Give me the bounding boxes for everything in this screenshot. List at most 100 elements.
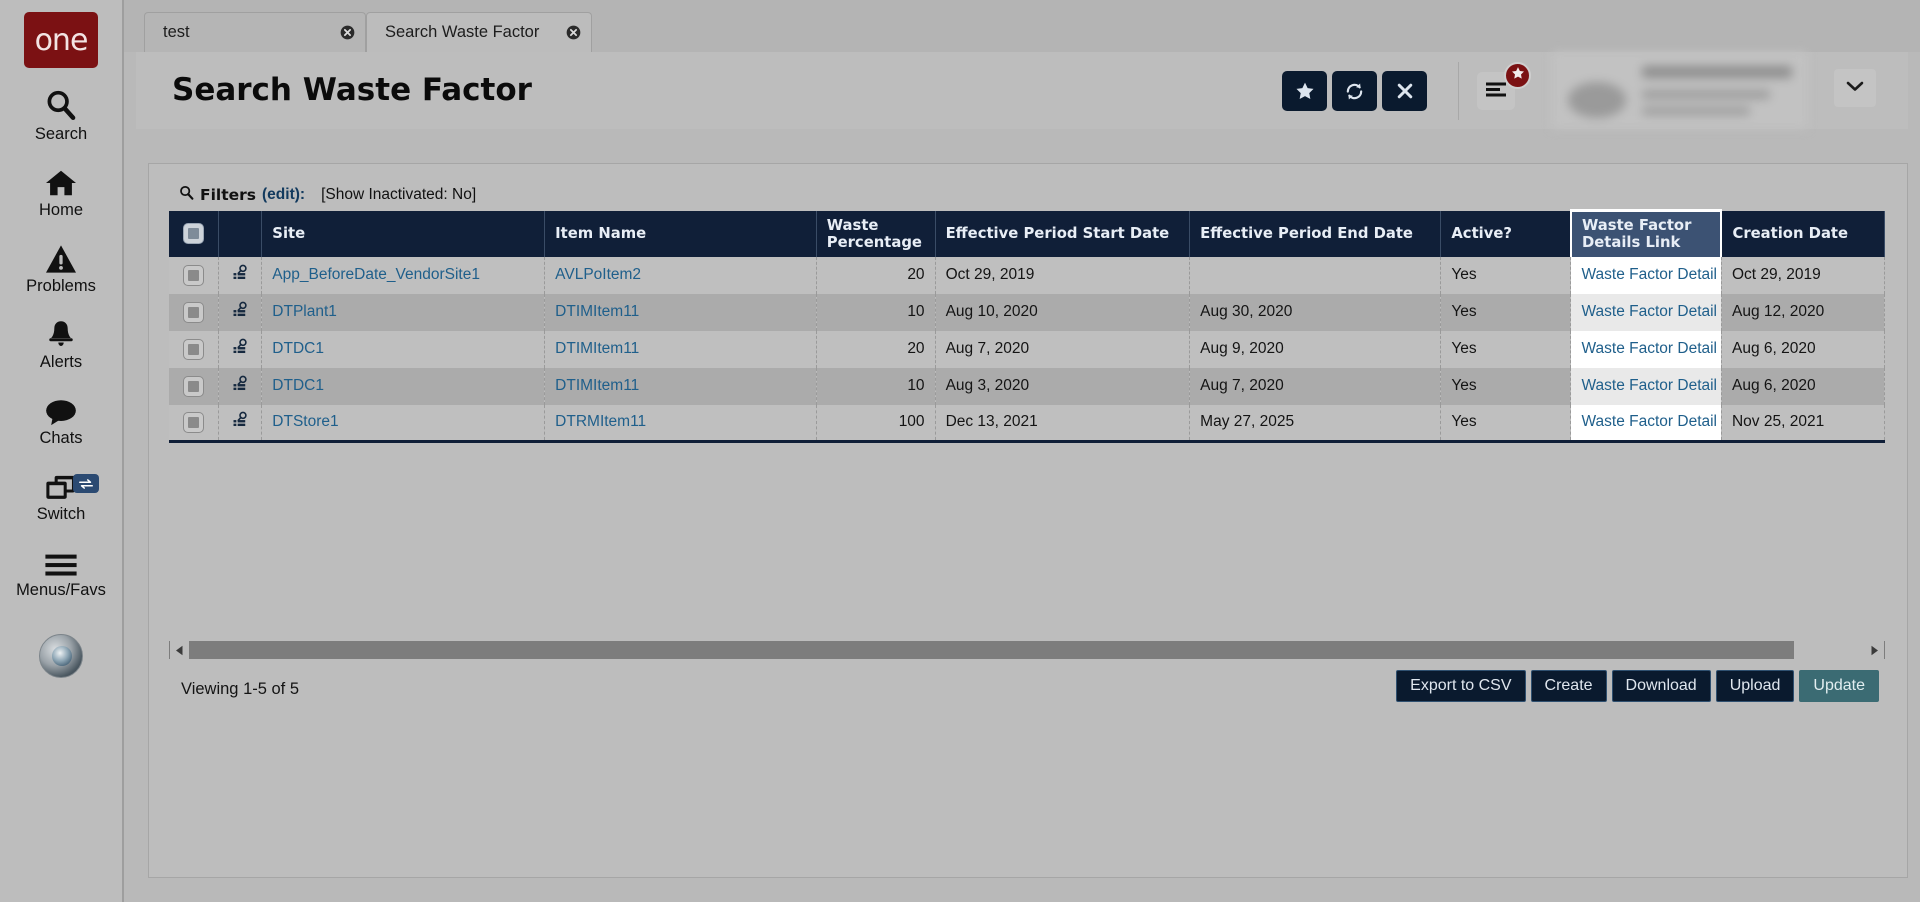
cell-link[interactable]: Waste Factor Detail [1581, 266, 1717, 283]
sidebar-item-chats[interactable]: Chats [0, 392, 123, 448]
favorites-badge[interactable] [1504, 62, 1531, 89]
column-header-active[interactable]: Active? [1440, 210, 1572, 257]
row-checkbox[interactable] [183, 375, 205, 397]
cell-details-link[interactable]: Waste Factor Detail [1570, 330, 1722, 368]
row-action-cell[interactable] [218, 404, 263, 443]
cell-site[interactable]: DTStore1 [261, 404, 546, 443]
sidebar-item-home[interactable]: Home [0, 164, 123, 220]
triangle-left-icon[interactable] [169, 641, 189, 659]
cell-details-link[interactable]: Waste Factor Detail [1570, 293, 1722, 331]
inspect-record-icon[interactable] [232, 338, 249, 359]
swap-arrows-icon[interactable] [73, 474, 99, 493]
cell-item-name[interactable]: DTIMItem11 [544, 367, 817, 405]
sidebar-item-problems[interactable]: Problems [0, 240, 123, 296]
sidebar-item-search[interactable]: Search [0, 88, 123, 144]
table-row[interactable]: DTDC1 DTIMItem11 10 Aug 3, 2020 Aug 7, 2020 Y… [169, 367, 1886, 405]
cell-item-name[interactable]: AVLPoItem2 [544, 256, 817, 294]
row-checkbox[interactable] [183, 301, 205, 323]
cell-link[interactable]: DTPlant1 [272, 303, 337, 320]
favorite-button[interactable] [1282, 71, 1327, 111]
column-header-details-link[interactable]: Waste Factor Details Link [1569, 209, 1723, 257]
table-row[interactable]: DTDC1 DTIMItem11 20 Aug 7, 2020 Aug 9, 2020 Y… [169, 330, 1886, 368]
column-header-creation-date[interactable]: Creation Date [1721, 210, 1886, 257]
cell-link[interactable]: DTDC1 [272, 340, 324, 357]
cell-link[interactable]: AVLPoItem2 [555, 266, 641, 283]
cell-waste-percentage: 100 [816, 404, 936, 443]
update-button[interactable]: Update [1799, 670, 1879, 702]
export-to-csv-button[interactable]: Export to CSV [1396, 670, 1526, 702]
rail-user-avatar[interactable] [39, 634, 83, 678]
cell-site[interactable]: DTDC1 [261, 330, 546, 368]
tab-test[interactable]: test [144, 12, 366, 52]
cell-link[interactable]: Waste Factor Detail [1581, 303, 1717, 320]
row-checkbox[interactable] [183, 338, 205, 360]
cell-end-date: Aug 7, 2020 [1189, 367, 1442, 405]
download-button[interactable]: Download [1611, 670, 1711, 702]
cell-details-link[interactable]: Waste Factor Detail [1570, 256, 1722, 294]
cell-link[interactable]: DTIMItem11 [555, 303, 639, 320]
upload-button[interactable]: Upload [1715, 670, 1795, 702]
cell-item-name[interactable]: DTIMItem11 [544, 293, 817, 331]
cell-site[interactable]: App_BeforeDate_VendorSite1 [261, 256, 546, 294]
table-row[interactable]: DTPlant1 DTIMItem11 10 Aug 10, 2020 Aug 30, … [169, 293, 1886, 331]
row-select-cell[interactable] [169, 404, 220, 443]
row-action-cell[interactable] [218, 367, 263, 405]
row-select-cell[interactable] [169, 293, 220, 331]
cell-creation-date: Oct 29, 2019 [1721, 256, 1886, 294]
row-checkbox[interactable] [183, 264, 205, 286]
row-checkbox[interactable] [183, 411, 205, 433]
row-select-cell[interactable] [169, 256, 220, 294]
sidebar-item-alerts[interactable]: Alerts [0, 316, 123, 372]
column-header-start-date[interactable]: Effective Period Start Date [935, 210, 1191, 257]
row-select-cell[interactable] [169, 330, 220, 368]
user-profile-block[interactable] [1552, 52, 1807, 128]
table-row[interactable]: DTStore1 DTRMItem11 100 Dec 13, 2021 May 27,… [169, 404, 1886, 443]
create-button[interactable]: Create [1530, 670, 1607, 702]
cell-site[interactable]: DTDC1 [261, 367, 546, 405]
column-header-end-date[interactable]: Effective Period End Date [1189, 210, 1442, 257]
row-select-cell[interactable] [169, 367, 220, 405]
close-button[interactable] [1382, 71, 1427, 111]
cell-link[interactable]: App_BeforeDate_VendorSite1 [272, 266, 480, 283]
filters-edit-link[interactable]: (edit): [262, 186, 305, 204]
cell-item-name[interactable]: DTRMItem11 [544, 404, 817, 443]
column-header-item-name[interactable]: Item Name [544, 210, 817, 257]
inspect-record-icon[interactable] [232, 264, 249, 285]
scrollbar-thumb[interactable] [189, 641, 1794, 659]
cell-link[interactable]: DTIMItem11 [555, 340, 639, 357]
column-header-waste-percentage[interactable]: Waste Percentage [816, 210, 936, 257]
cell-link[interactable]: Waste Factor Detail [1581, 377, 1717, 394]
row-action-cell[interactable] [218, 330, 263, 368]
inspect-record-icon[interactable] [232, 375, 249, 396]
inspect-record-icon[interactable] [232, 301, 249, 322]
sidebar-item-menus-favs[interactable]: Menus/Favs [0, 544, 123, 600]
inspect-record-icon[interactable] [232, 411, 249, 432]
sidebar-item-switch[interactable]: Switch [0, 468, 123, 524]
cell-waste-percentage: 10 [816, 293, 936, 331]
cell-details-link[interactable]: Waste Factor Detail [1570, 367, 1722, 405]
cell-link[interactable]: DTDC1 [272, 377, 324, 394]
cell-link[interactable]: Waste Factor Detail [1581, 340, 1717, 357]
cell-link[interactable]: DTStore1 [272, 413, 338, 430]
close-circle-icon[interactable] [544, 25, 581, 40]
cell-item-name[interactable]: DTIMItem11 [544, 330, 817, 368]
cell-link[interactable]: DTIMItem11 [555, 377, 639, 394]
horizontal-scrollbar[interactable] [169, 641, 1885, 659]
close-circle-icon[interactable] [318, 25, 355, 40]
cell-details-link[interactable]: Waste Factor Detail [1570, 404, 1722, 443]
refresh-button[interactable] [1332, 71, 1377, 111]
column-header-site[interactable]: Site [261, 210, 546, 257]
user-menu-toggle[interactable] [1834, 69, 1876, 107]
cell-link[interactable]: Waste Factor Detail [1581, 413, 1717, 430]
tab-search-waste-factor[interactable]: Search Waste Factor [366, 12, 592, 55]
cell-site[interactable]: DTPlant1 [261, 293, 546, 331]
scrollbar-track[interactable] [189, 641, 1865, 659]
triangle-right-icon[interactable] [1865, 641, 1885, 659]
row-action-cell[interactable] [218, 293, 263, 331]
select-all-header[interactable] [169, 210, 220, 257]
select-all-checkbox[interactable] [183, 223, 205, 244]
cell-link[interactable]: DTRMItem11 [555, 413, 646, 430]
app-logo[interactable]: one [24, 12, 98, 68]
table-row[interactable]: App_BeforeDate_VendorSite1 AVLPoItem2 20 Oc… [169, 256, 1886, 294]
row-action-cell[interactable] [218, 256, 263, 294]
